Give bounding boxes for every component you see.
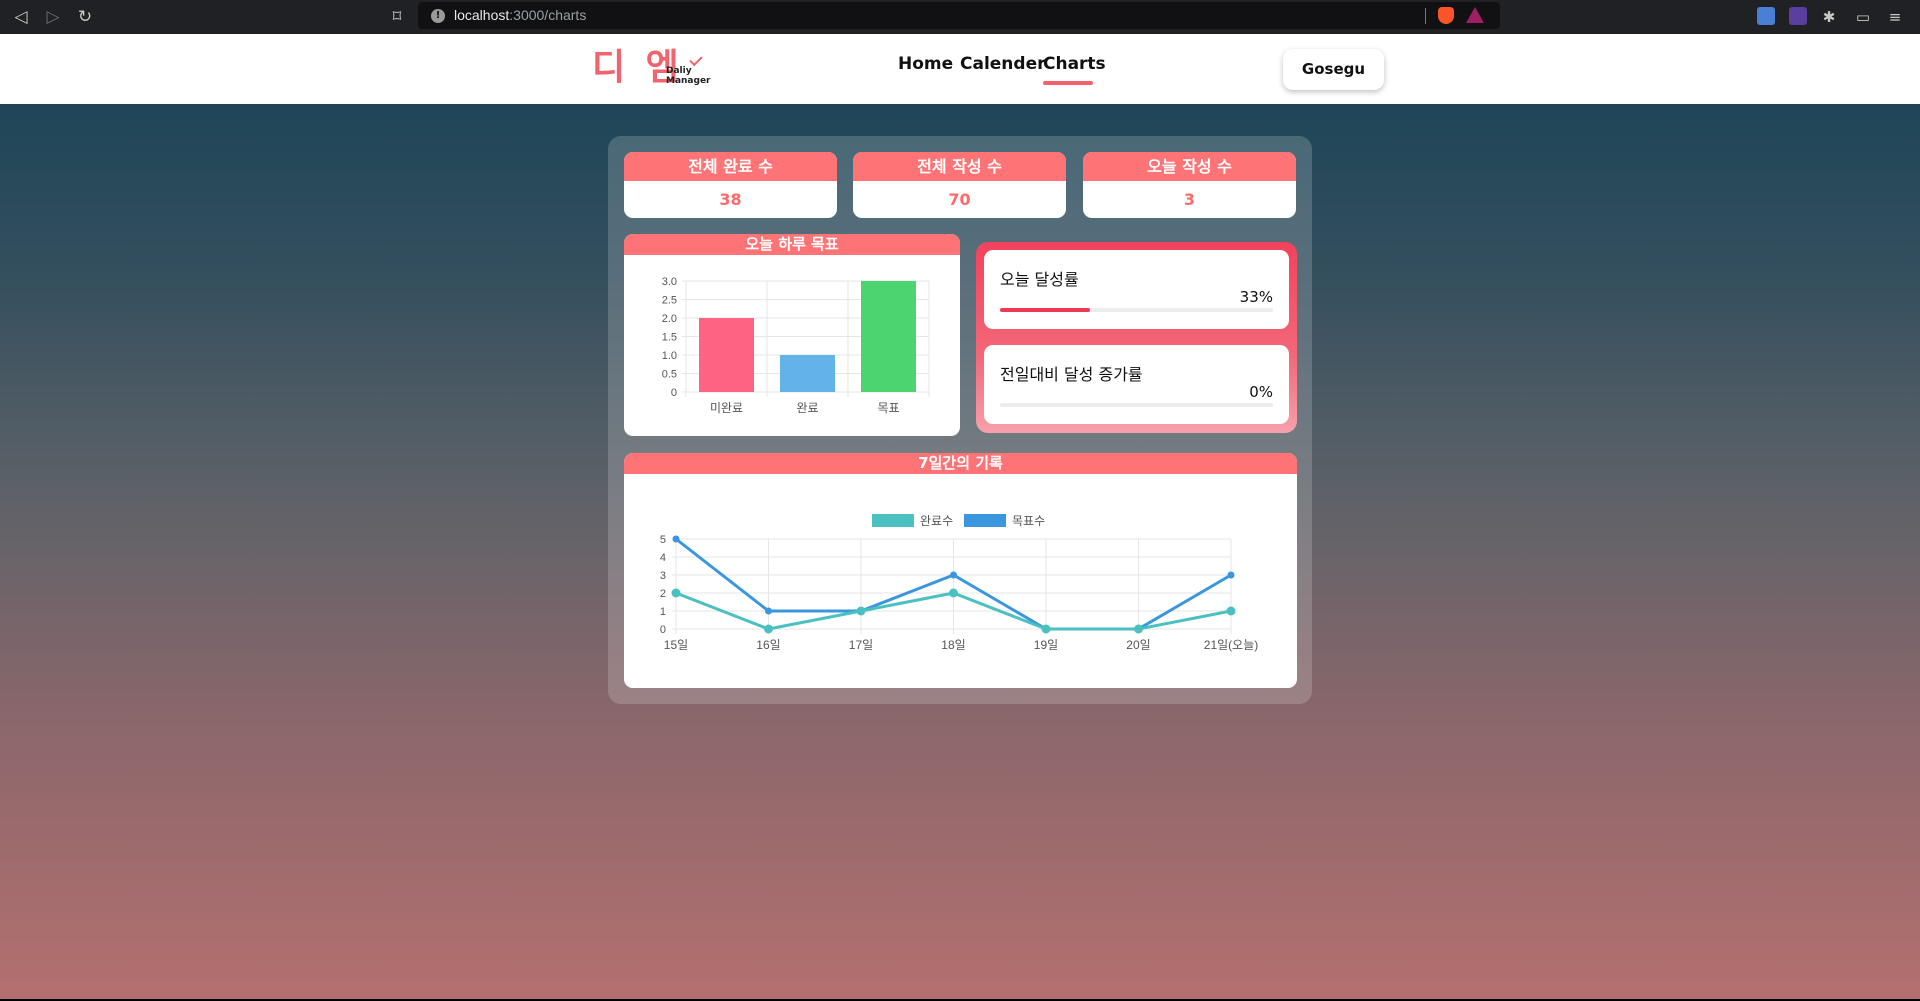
wallet-icon[interactable]: ▭ (1850, 4, 1876, 30)
rate-progress-fill (1000, 308, 1091, 312)
line-y-tick-label: 2 (660, 588, 666, 600)
bar-y-tick-label: 1.0 (662, 350, 677, 362)
line-x-tick-label: 17일 (849, 638, 873, 652)
stat-card-total-written: 전체 작성 수 70 (853, 152, 1066, 218)
page-background: 디 엠 Daliy Manager Home Calender Charts G… (0, 34, 1920, 999)
translate-extension-icon[interactable] (1757, 7, 1775, 25)
site-info-icon[interactable]: ! (431, 9, 445, 23)
rate-value: 33% (1239, 288, 1273, 306)
stat-label: 전체 작성 수 (853, 152, 1066, 181)
increase-rate-card: 전일대비 달성 증가률 0% (984, 345, 1289, 424)
weekly-record-title: 7일간의 기록 (624, 453, 1297, 474)
logo-english-line2: Manager (666, 76, 711, 86)
stat-value: 3 (1183, 190, 1196, 209)
charts-panel: 전체 완료 수 38 전체 작성 수 70 오늘 작성 수 3 오늘 하루 목표… (608, 136, 1312, 704)
vpn-extension-icon[interactable] (1789, 7, 1807, 25)
rate-title: 전일대비 달성 증가률 (1000, 365, 1143, 384)
forward-icon[interactable]: ▷ (40, 4, 66, 30)
stat-card-total-done: 전체 완료 수 38 (624, 152, 837, 218)
series-point-0 (949, 588, 958, 598)
bar-y-tick-label: 2.5 (662, 295, 677, 307)
bar-2 (861, 281, 916, 392)
reload-icon[interactable]: ↻ (72, 4, 98, 30)
browser-toolbar: ◁ ▷ ↻ ⌑ ! localhost:3000/charts ✱ ▭ ≡ (0, 0, 1920, 34)
series-point-0 (856, 606, 866, 616)
legend-label-0: 완료수 (920, 514, 953, 528)
bar-y-tick-label: 0.5 (662, 369, 677, 381)
series-point-1 (1227, 571, 1235, 579)
url-separator (1425, 8, 1426, 24)
series-point-1 (950, 571, 957, 579)
nav-charts[interactable]: Charts (1043, 54, 1106, 74)
stat-card-today-written: 오늘 작성 수 3 (1083, 152, 1296, 218)
brave-rewards-icon[interactable] (1466, 7, 1484, 23)
line-x-tick-label: 16일 (756, 638, 780, 652)
legend-swatch-0 (872, 514, 914, 527)
check-icon (689, 52, 703, 67)
stat-value: 38 (719, 190, 742, 209)
line-y-tick-label: 3 (660, 570, 666, 582)
legend-swatch-1 (964, 514, 1006, 527)
series-point-0 (1041, 624, 1051, 634)
app-header: 디 엠 Daliy Manager Home Calender Charts G… (0, 34, 1920, 104)
extensions-puzzle-icon[interactable]: ✱ (1816, 4, 1842, 30)
stat-label: 전체 완료 수 (624, 152, 837, 181)
url-host: localhost (454, 7, 510, 23)
daily-goal-title: 오늘 하루 목표 (624, 234, 960, 255)
menu-icon[interactable]: ≡ (1882, 4, 1908, 30)
legend-label-1: 목표수 (1012, 514, 1045, 528)
line-x-tick-label: 21일(오늘) (1204, 638, 1258, 652)
stat-label: 오늘 작성 수 (1083, 152, 1296, 181)
line-x-tick-label: 19일 (1034, 638, 1058, 652)
series-point-1 (672, 535, 680, 543)
line-x-tick-label: 18일 (941, 638, 965, 652)
series-point-0 (1134, 624, 1143, 634)
active-nav-underline (1043, 81, 1093, 85)
today-rate-card: 오늘 달성률 33% (984, 250, 1289, 329)
back-icon[interactable]: ◁ (8, 4, 34, 30)
weekly-record-card: 7일간의 기록 완료수 목표수 0 1 2 3 4 5 15일 16일 17일 18일 19일 20일 21… (624, 453, 1297, 688)
bar-x-tick-label: 미완료 (710, 401, 743, 415)
line-y-tick-label: 0 (660, 624, 666, 636)
series-point-0 (1226, 606, 1236, 616)
achievement-rates: 오늘 달성률 33% 전일대비 달성 증가률 0% (976, 242, 1297, 433)
daily-goal-bar-chart: 0 0.5 1.0 1.5 2.0 2.5 3.0 미완료 완료 목표 (662, 276, 930, 415)
nav-calender[interactable]: Calender (960, 54, 1046, 74)
url-text: localhost:3000/charts (454, 7, 586, 23)
address-bar[interactable]: ! localhost:3000/charts (418, 2, 1500, 29)
line-x-tick-label: 20일 (1126, 638, 1150, 652)
rate-progress-track (1000, 308, 1273, 312)
bar-y-tick-label: 0 (671, 387, 677, 399)
line-y-tick-label: 1 (660, 606, 666, 618)
nav-home[interactable]: Home (898, 54, 953, 74)
rate-progress-track (1000, 403, 1273, 407)
line-y-tick-label: 5 (660, 534, 666, 546)
stat-value: 70 (948, 190, 971, 209)
bar-x-tick-label: 목표 (877, 401, 899, 415)
series-point-0 (671, 588, 681, 598)
user-button[interactable]: Gosegu (1283, 49, 1384, 90)
line-y-tick-label: 4 (660, 552, 666, 564)
bookmark-icon[interactable]: ⌑ (384, 4, 410, 30)
rate-value: 0% (1249, 383, 1273, 401)
logo-english-line1: Daliy (666, 66, 692, 76)
rate-title: 오늘 달성률 (1000, 270, 1079, 289)
bar-x-tick-label: 완료 (796, 401, 818, 415)
brave-shields-icon[interactable] (1438, 7, 1454, 24)
bar-0 (699, 318, 754, 392)
bar-y-tick-label: 1.5 (662, 332, 677, 344)
line-x-tick-label: 15일 (664, 638, 688, 652)
daily-goal-card: 오늘 하루 목표 0 0.5 1.0 1.5 2.0 2.5 3.0 미완료 완료 목표 (624, 234, 960, 436)
url-path: :3000/charts (509, 7, 587, 23)
weekly-line-chart: 완료수 목표수 0 1 2 3 4 5 15일 16일 17일 18일 19일 20일 21일(오늘) (660, 514, 1258, 652)
series-point-1 (765, 607, 772, 615)
bar-1 (780, 355, 835, 392)
series-point-0 (764, 624, 773, 634)
bar-y-tick-label: 3.0 (662, 276, 677, 288)
bar-y-tick-label: 2.0 (662, 313, 677, 325)
